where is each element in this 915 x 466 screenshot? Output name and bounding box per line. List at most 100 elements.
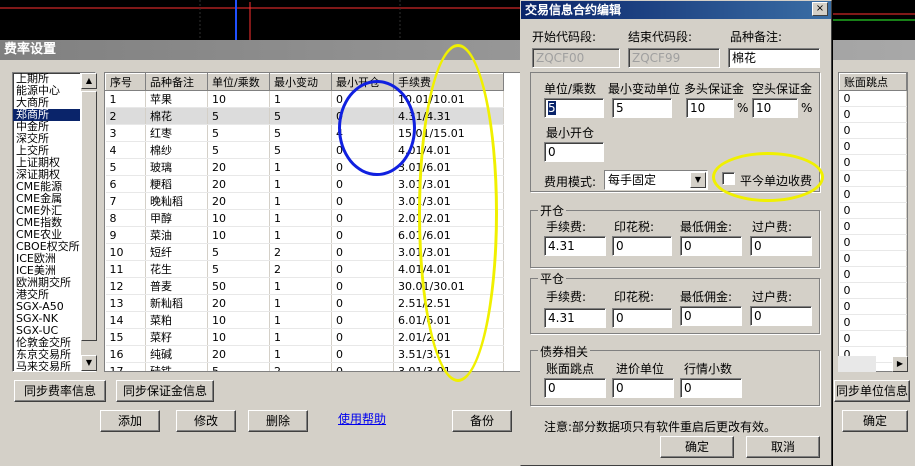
open-stamp-field[interactable]: 0 bbox=[612, 236, 672, 256]
table-cell: 0 bbox=[839, 170, 907, 187]
main-ok-button[interactable]: 确定 bbox=[842, 410, 908, 432]
open-transfer-field[interactable]: 0 bbox=[750, 236, 812, 256]
delete-button[interactable]: 删除 bbox=[248, 410, 308, 432]
table-cell: 甲醇 bbox=[145, 209, 208, 227]
table-cell: 4 bbox=[105, 141, 146, 159]
table-row[interactable]: 0 bbox=[839, 106, 907, 123]
table-row[interactable]: 0 bbox=[839, 218, 907, 235]
end-code-field[interactable]: ZQCF99 bbox=[628, 48, 720, 68]
fee-table[interactable]: 序号 品种备注 单位/乘数 最小变动 最小开仓 手续费 1 苹果 10 1 0 10.01/10.0… bbox=[104, 72, 524, 372]
close-min-comm-field[interactable]: 0 bbox=[680, 306, 742, 326]
column-header[interactable]: 最小变动 bbox=[269, 73, 332, 91]
column-header[interactable]: 序号 bbox=[105, 73, 146, 91]
table-row[interactable]: 0 bbox=[839, 250, 907, 267]
backup-button[interactable]: 备份 bbox=[452, 410, 512, 432]
dialog-cancel-button[interactable]: 取消 bbox=[746, 436, 820, 458]
help-link[interactable]: 使用帮助 bbox=[338, 410, 386, 427]
table-row[interactable]: 9 菜油 10 1 0 6.01/6.01 bbox=[105, 226, 504, 244]
scroll-up-icon[interactable]: ▲ bbox=[81, 73, 97, 89]
column-header[interactable]: 手续费 bbox=[393, 73, 504, 91]
sync-unit-button[interactable]: 同步单位信息 bbox=[834, 380, 910, 402]
table-cell: 2.51/2.51 bbox=[393, 294, 504, 312]
table-cell: 1 bbox=[269, 158, 332, 176]
column-header[interactable]: 最小开仓 bbox=[331, 73, 394, 91]
table-row[interactable]: 2 棉花 5 5 0 4.31/4.31 bbox=[105, 107, 504, 125]
table-cell: 0 bbox=[331, 243, 394, 261]
horizontal-scrollbar[interactable] bbox=[838, 356, 876, 372]
table-row[interactable]: 12 普麦 50 1 0 30.01/30.01 bbox=[105, 277, 504, 295]
column-header-book-tick[interactable]: 账面跳点 bbox=[839, 73, 907, 91]
price-unit-field[interactable]: 0 bbox=[612, 378, 674, 398]
column-header[interactable]: 品种备注 bbox=[145, 73, 208, 91]
table-row[interactable]: 0 bbox=[839, 282, 907, 299]
table-row[interactable]: 0 bbox=[839, 138, 907, 155]
table-row[interactable]: 5 玻璃 20 1 0 3.01/6.01 bbox=[105, 158, 504, 176]
table-cell: 5 bbox=[207, 124, 270, 142]
table-row[interactable]: 4 棉纱 5 5 0 4.01/4.01 bbox=[105, 141, 504, 159]
sync-fee-button[interactable]: 同步费率信息 bbox=[14, 380, 106, 402]
table-row[interactable]: 7 晚籼稻 20 1 0 3.01/3.01 bbox=[105, 192, 504, 210]
table-row[interactable]: 14 菜粕 10 1 0 6.01/6.01 bbox=[105, 311, 504, 329]
table-row[interactable]: 13 新籼稻 20 1 0 2.51/2.51 bbox=[105, 294, 504, 312]
close-today-single-label[interactable]: 平今单边收费 bbox=[740, 172, 812, 189]
start-code-field[interactable]: ZQCF00 bbox=[532, 48, 620, 68]
exchange-list-scrollbar[interactable]: ▲ ▼ bbox=[80, 73, 97, 371]
open-min-comm-field[interactable]: 0 bbox=[680, 236, 742, 256]
table-row[interactable]: 11 花生 5 2 0 4.01/4.01 bbox=[105, 260, 504, 278]
add-button[interactable]: 添加 bbox=[100, 410, 160, 432]
table-row[interactable]: 3 红枣 5 5 4 15.01/15.01 bbox=[105, 124, 504, 142]
table-row[interactable]: 6 粳稻 20 1 0 3.01/3.01 bbox=[105, 175, 504, 193]
table-row[interactable]: 0 bbox=[839, 90, 907, 107]
table-cell: 15.01/15.01 bbox=[393, 124, 504, 142]
table-cell: 1 bbox=[269, 294, 332, 312]
quote-decimals-field[interactable]: 0 bbox=[680, 378, 742, 398]
short-margin-label: 空头保证金 bbox=[752, 82, 813, 96]
table-row[interactable]: 8 甲醇 10 1 0 2.01/2.01 bbox=[105, 209, 504, 227]
table-cell: 30.01/30.01 bbox=[393, 277, 504, 295]
min-tick-field[interactable]: 5 bbox=[612, 98, 672, 118]
table-row[interactable]: 0 bbox=[839, 122, 907, 139]
table-row[interactable]: 0 bbox=[839, 202, 907, 219]
modify-button[interactable]: 修改 bbox=[176, 410, 236, 432]
table-row[interactable]: 0 bbox=[839, 266, 907, 283]
dialog-ok-button[interactable]: 确定 bbox=[660, 436, 734, 458]
close-transfer-field[interactable]: 0 bbox=[750, 306, 812, 326]
chevron-down-icon[interactable]: ▼ bbox=[690, 172, 706, 188]
right-scrollbar[interactable]: ▶ bbox=[876, 356, 908, 372]
table-cell: 0 bbox=[839, 90, 907, 107]
table-row[interactable]: 0 bbox=[839, 330, 907, 347]
close-fee-field[interactable]: 4.31 bbox=[544, 308, 606, 328]
table-row[interactable]: 10 短纤 5 2 0 3.01/3.01 bbox=[105, 243, 504, 261]
close-stamp-field[interactable]: 0 bbox=[612, 308, 672, 328]
table-row[interactable]: 0 bbox=[839, 154, 907, 171]
table-row[interactable]: 0 bbox=[839, 186, 907, 203]
table-row[interactable]: 0 bbox=[839, 234, 907, 251]
sync-margin-button[interactable]: 同步保证金信息 bbox=[116, 380, 214, 402]
table-row[interactable]: 16 纯碱 20 1 0 3.51/3.51 bbox=[105, 345, 504, 363]
scroll-down-icon[interactable]: ▼ bbox=[81, 355, 97, 371]
table-row[interactable]: 17 硅铁 5 2 0 3.01/3.01 bbox=[105, 362, 504, 371]
table-row[interactable]: 0 bbox=[839, 298, 907, 315]
long-margin-field[interactable]: 10 bbox=[686, 98, 734, 118]
table-cell: 纯碱 bbox=[145, 345, 208, 363]
table-row[interactable]: 0 bbox=[839, 170, 907, 187]
open-fee-field[interactable]: 4.31 bbox=[544, 236, 606, 256]
unit-field[interactable]: 5 bbox=[544, 98, 604, 118]
table-cell: 菜粕 bbox=[145, 311, 208, 329]
table-cell: 10 bbox=[207, 209, 270, 227]
table-row[interactable]: 0 bbox=[839, 314, 907, 331]
min-open-field[interactable]: 0 bbox=[544, 142, 604, 162]
scroll-right-icon[interactable]: ▶ bbox=[892, 356, 908, 372]
column-header[interactable]: 单位/乘数 bbox=[207, 73, 270, 91]
table-row[interactable]: 15 菜籽 10 1 0 2.01/2.01 bbox=[105, 328, 504, 346]
scroll-thumb[interactable] bbox=[81, 91, 97, 341]
book-tick-field[interactable]: 0 bbox=[544, 378, 606, 398]
table-cell: 3.01/3.01 bbox=[393, 192, 504, 210]
right-column-table[interactable]: 账面跳点 00000000000000000 bbox=[838, 72, 908, 372]
close-today-single-checkbox[interactable] bbox=[722, 172, 735, 185]
short-margin-field[interactable]: 10 bbox=[752, 98, 798, 118]
fee-mode-select[interactable]: 每手固定 ▼ bbox=[604, 170, 708, 190]
table-row[interactable]: 1 苹果 10 1 0 10.01/10.01 bbox=[105, 90, 504, 108]
remark-field[interactable]: 棉花 bbox=[728, 48, 820, 68]
close-icon[interactable]: × bbox=[812, 2, 828, 16]
